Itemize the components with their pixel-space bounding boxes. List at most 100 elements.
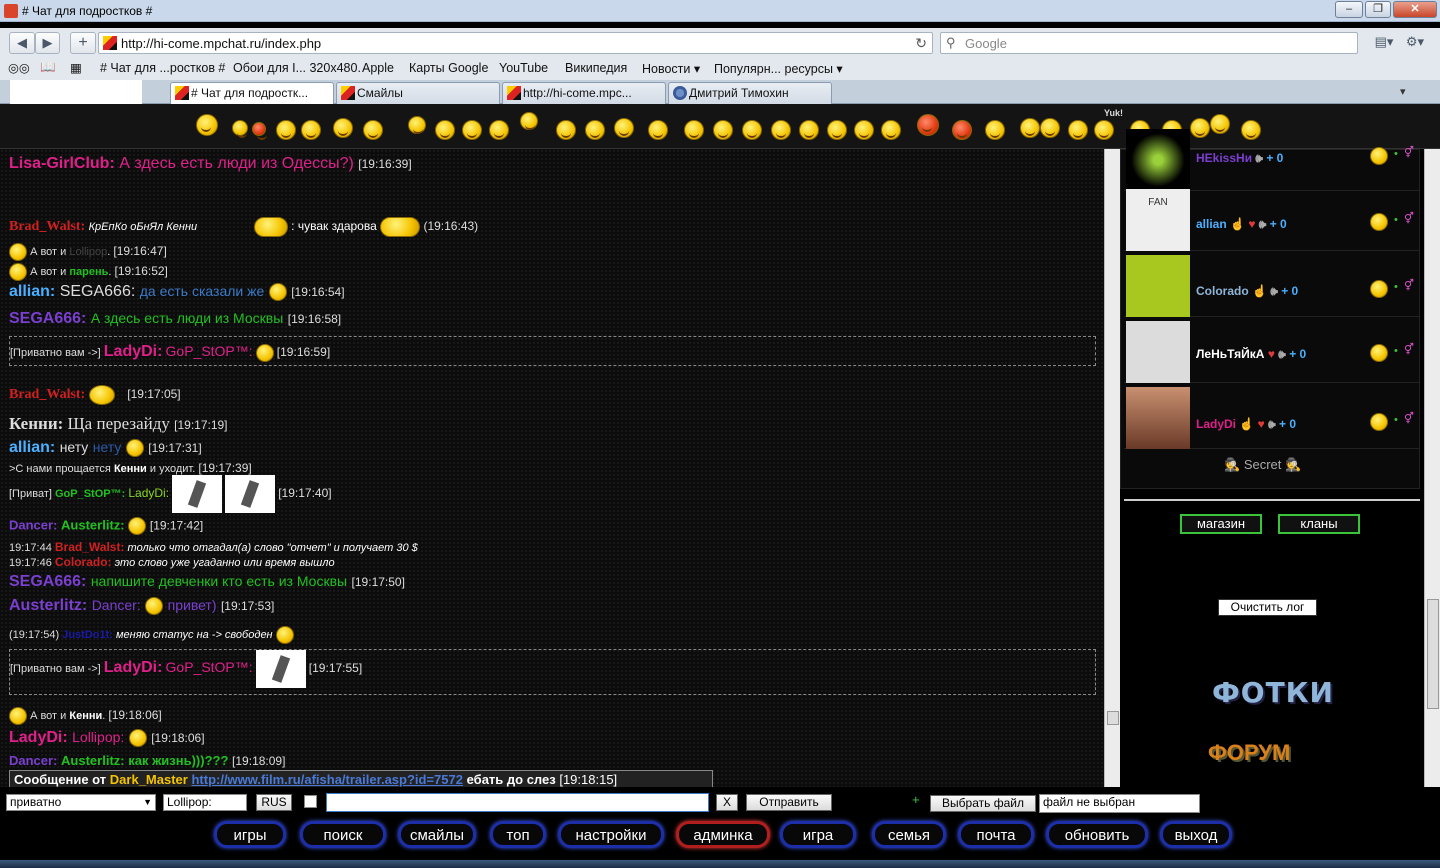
reload-icon[interactable]: ↻ [915,35,927,52]
smiley-icon[interactable] [827,120,847,140]
minimize-button[interactable]: – [1335,1,1363,18]
chat-message: SEGA666: напишите девченки кто есть из М… [9,573,405,590]
smiley-icon[interactable] [520,112,538,130]
smiley-icon[interactable] [301,120,321,140]
smiley-icon[interactable] [1094,120,1114,140]
search-input[interactable]: ⚲ Google [940,32,1358,54]
recipient-field[interactable]: Lollipop: [163,794,247,811]
bookmark-item[interactable]: YouTube [499,61,548,75]
search-icon: ⚲ [946,35,956,50]
smiley-icon[interactable] [713,120,733,140]
bookmark-item[interactable]: Википедия [565,61,627,75]
smiley-icon[interactable] [854,120,874,140]
bookmark-item[interactable]: Обои для I... 320x480. [233,61,361,75]
smiley-icon[interactable] [585,120,605,140]
forward-icon[interactable]: ▶ [35,32,60,54]
smiley-icon[interactable] [614,118,634,138]
user-row[interactable]: FAN allian ☝ ♥ 🕪 + 0 • ⚥ [1124,187,1420,251]
gear-icon[interactable]: ⚙▾ [1400,32,1430,54]
user-row[interactable]: ЛеНьТяЙкА ♥ 🕪 + 0 • ⚥ [1124,319,1420,383]
smiley-icon[interactable] [1068,120,1088,140]
user-row[interactable]: Colorado ☝ 🕪 + 0 • ⚥ [1124,253,1420,317]
secret-users-link[interactable]: 🕵 Secret 🕵 [1224,457,1301,473]
smiley-icon [125,439,144,457]
reading-list-icon[interactable]: ◎◎ [8,60,30,75]
menu-games[interactable]: игры [214,821,286,848]
send-button[interactable]: Отправить [746,794,832,811]
photos-link[interactable]: ФОТКИ [1212,676,1334,709]
menu-search[interactable]: поиск [300,821,386,848]
tab-list-icon[interactable]: ▾ [1400,85,1406,98]
bookmark-item[interactable]: Apple [362,61,394,75]
menu-smiles[interactable]: смайлы [398,821,476,848]
clans-button[interactable]: кланы [1278,514,1360,534]
bookmark-item[interactable]: Новости ▾ [642,61,700,76]
bookmark-item[interactable]: # Чат для ...ростков # [100,61,225,75]
address-bar[interactable]: http://hi-come.mpchat.ru/index.php ↻ [98,32,933,54]
add-icon[interactable]: + [912,792,920,807]
smiley-icon[interactable] [648,120,668,140]
smiley-icon[interactable] [684,120,704,140]
tab-smiles[interactable]: Смайлы [336,82,500,104]
side-scroll-thumb[interactable] [1427,599,1439,709]
bookmark-item[interactable]: Карты Google [409,61,488,75]
smiley-sun-icon[interactable] [196,114,218,136]
mode-select[interactable]: приватно ▼ [6,794,156,811]
user-row[interactable]: HEkissHи 🕪 + 0 • ⚥ [1124,127,1420,191]
bookmark-item[interactable]: Популярн... ресурсы ▾ [714,61,843,76]
smiley-icon[interactable] [462,120,482,140]
clear-input-button[interactable]: X [716,794,738,811]
menu-family[interactable]: семья [872,821,946,848]
shop-button[interactable]: магазин [1180,514,1262,534]
tab-hicome[interactable]: http://hi-come.mpc... [502,82,666,104]
online-dot-icon: • [1394,414,1398,426]
smiley-icon[interactable] [917,114,939,136]
smiley-icon[interactable] [435,120,455,140]
new-tab-icon[interactable]: + [70,32,96,54]
smiley-icon[interactable] [1040,118,1060,138]
smiley-icon[interactable] [771,120,791,140]
side-scrollbar[interactable] [1424,149,1440,787]
smiley-icon[interactable] [742,120,762,140]
tab-vk[interactable]: Дмитрий Тимохин [668,82,832,104]
smiley-icon[interactable] [252,122,267,140]
menu-top[interactable]: топ [490,821,546,848]
maximize-button[interactable]: ❐ [1365,1,1391,18]
user-row[interactable]: LadyDi ☝ ♥ 🕪 + 0 • ⚥ [1124,385,1420,449]
smiley-icon[interactable] [1020,118,1040,138]
smiley-icon[interactable] [556,120,576,140]
menu-mail[interactable]: почта [958,821,1034,848]
choose-file-button[interactable]: Выбрать файл [930,795,1036,812]
smiley-icon[interactable] [489,120,509,140]
tab-chat[interactable]: # Чат для подростк... [170,82,334,104]
smiley-icon[interactable] [408,116,426,134]
page-menu-icon[interactable]: ▤▾ [1370,32,1398,54]
sound-icon: 🕪 [1270,284,1278,298]
chat-scrollbar[interactable] [1104,149,1120,787]
back-icon[interactable]: ◀ [9,32,35,54]
forum-link[interactable]: ФОРУМ [1208,740,1290,766]
chat-scroll-thumb[interactable] [1107,711,1119,725]
smiley-icon[interactable] [985,120,1005,140]
smiley-icon[interactable] [799,120,819,140]
smiley-icon[interactable] [363,120,383,140]
checkbox[interactable] [304,795,317,808]
message-input[interactable] [326,793,709,812]
menu-admin[interactable]: админка [676,821,770,848]
menu-exit[interactable]: выход [1160,821,1232,848]
menu-settings[interactable]: настройки [558,821,664,848]
top-sites-icon[interactable]: ▦ [70,60,82,75]
smiley-icon[interactable] [952,120,972,140]
menu-game[interactable]: игра [780,821,856,848]
bookmarks-icon[interactable]: 📖 [40,60,56,75]
smiley-icon[interactable] [881,120,901,140]
smiley-icon[interactable] [276,120,296,140]
clear-log-button[interactable]: Очистить лог [1218,599,1317,616]
menu-refresh[interactable]: обновить [1046,821,1148,848]
close-button[interactable]: ✕ [1393,1,1437,18]
message-link[interactable]: http://www.film.ru/afisha/trailer.asp?id… [191,772,463,787]
language-button[interactable]: RUS [256,794,292,811]
smiley-icon[interactable] [232,120,248,138]
smiley-icon[interactable] [333,118,353,138]
online-dot-icon: • [1394,345,1398,357]
